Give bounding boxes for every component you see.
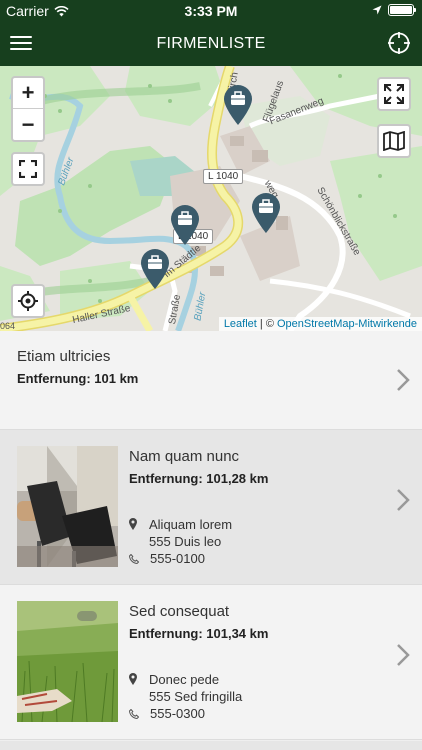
company-distance: Entfernung: 101,34 km [129,626,269,641]
company-name: Sed consequat [129,603,230,620]
map-tiles [0,66,422,331]
chevron-right-icon [397,489,410,511]
company-distance: Entfernung: 101,28 km [129,471,269,486]
company-photo [17,446,118,567]
company-details: Nam quam nunc Entfernung: 101,28 km Aliq… [129,448,268,566]
fullscreen-button[interactable] [377,77,411,111]
company-distance: Entfernung: 101 km [17,371,139,386]
fullscreen-icon [19,160,37,178]
address-line-2: 555 Sed fringilla [149,689,243,704]
phone-icon [129,553,139,564]
company-marker[interactable] [223,84,253,126]
zoom-out-button[interactable]: − [13,109,43,140]
zoom-in-button[interactable]: + [13,78,43,109]
status-right [372,4,416,16]
company-marker[interactable] [170,204,200,246]
fit-bounds-button[interactable] [11,152,45,186]
map-pin-icon [129,518,137,530]
map-view[interactable]: L 1040 L 1040 Haller Straße Fasanenweg S… [0,66,422,331]
nav-bar: FIRMENLISTE [0,22,422,66]
list-item[interactable]: Nam quam nunc Entfernung: 101,28 km Aliq… [0,430,422,585]
address-line-1: Aliquam lorem [149,517,233,532]
map-icon [383,131,405,151]
address-row: Aliquam lorem 555 Duis leo [129,516,268,550]
status-bar: Carrier 3:33 PM [0,0,422,22]
company-photo [17,601,118,722]
company-list: Etiam ultricies Entfernung: 101 km Nam q… [0,331,422,740]
company-details: Sed consequat Entfernung: 101,34 km Done… [129,603,268,721]
next-list-item-edge [0,741,422,750]
battery-icon [388,4,416,16]
leaflet-link[interactable]: Leaflet [224,318,257,330]
expand-icon [384,84,404,104]
phone-number: 555-0100 [150,551,205,566]
status-time: 3:33 PM [184,3,238,19]
road-badge: L 1040 [203,169,244,184]
list-item[interactable]: Etiam ultricies Entfernung: 101 km [0,331,422,430]
chevron-right-icon [397,369,410,391]
map-layers-button[interactable] [377,124,411,158]
my-location-button[interactable] [11,284,45,318]
address-line-1: Donec pede [149,672,220,687]
page-title: FIRMENLISTE [156,35,266,52]
osm-link[interactable]: OpenStreetMap-Mitwirkende [277,318,417,330]
company-name: Nam quam nunc [129,448,240,465]
company-marker[interactable] [251,192,281,234]
phone-number: 555-0300 [150,706,205,721]
attribution-separator: | © [256,318,277,330]
target-icon [18,291,38,311]
road-number-label: 064 [0,321,16,331]
map-attribution: Leaflet | © OpenStreetMap-Mitwirkende [218,317,422,331]
company-name: Etiam ultricies [17,348,111,365]
chevron-right-icon [397,644,410,666]
crosshair-icon[interactable] [387,31,411,55]
zoom-control: + − [11,76,45,142]
company-marker[interactable] [140,248,170,290]
phone-row[interactable]: 555-0300 [129,706,268,721]
phone-row[interactable]: 555-0100 [129,551,268,566]
map-pin-icon [129,673,137,685]
address-row: Donec pede 555 Sed fringilla [129,671,268,705]
address-line-2: 555 Duis leo [149,534,222,549]
location-arrow-icon [372,5,382,15]
phone-icon [129,708,139,719]
list-item[interactable]: Sed consequat Entfernung: 101,34 km Done… [0,585,422,740]
